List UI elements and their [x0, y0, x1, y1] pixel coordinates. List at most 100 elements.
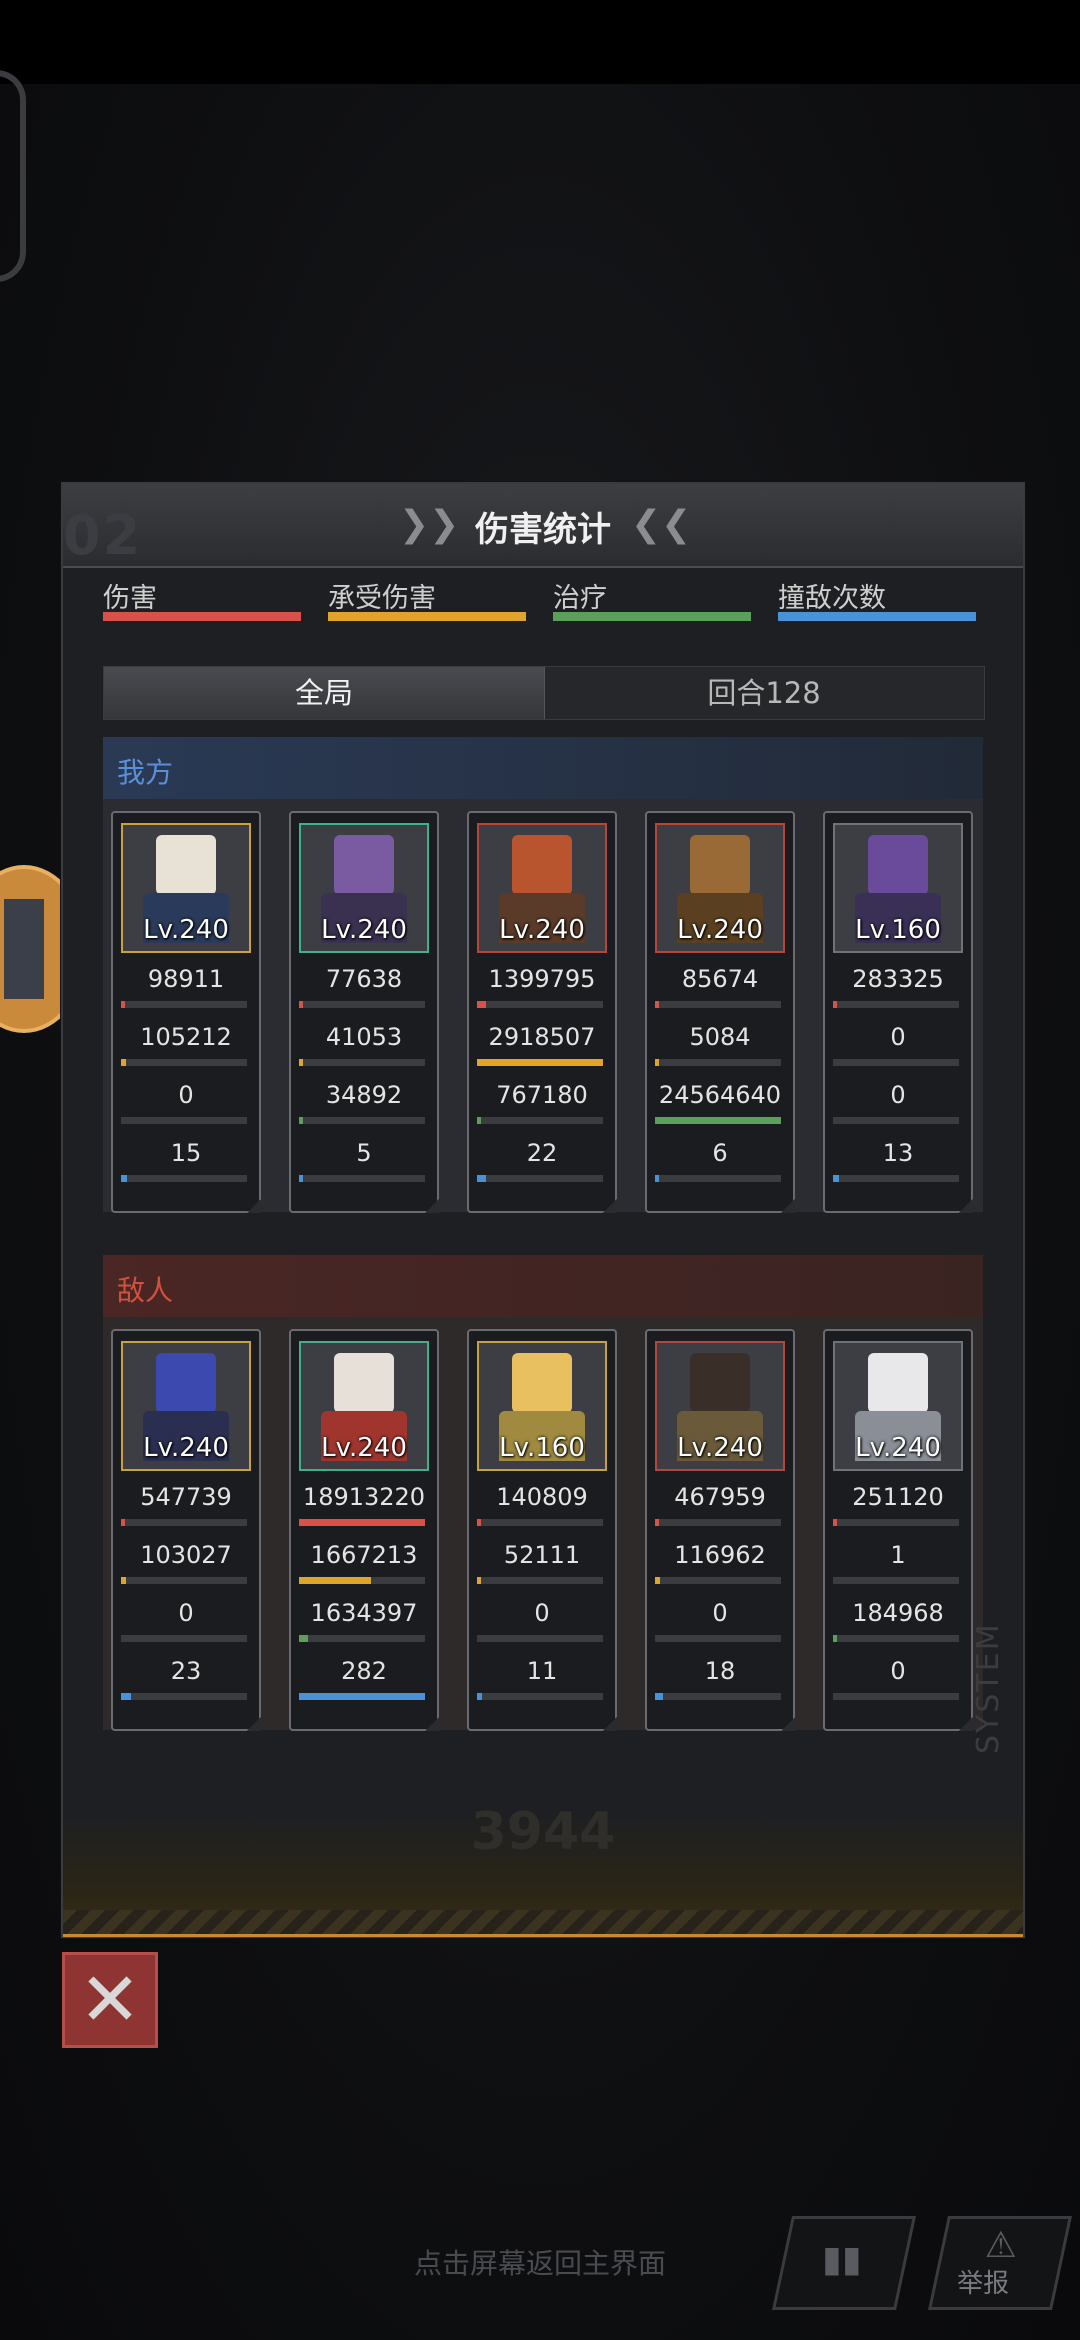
- character-portrait: Lv.240: [655, 823, 785, 953]
- bar-chart-icon: ▮▮: [822, 2239, 862, 2280]
- stat-bar-hits: [121, 1693, 247, 1700]
- allie-card[interactable]: Lv.240 98911 105212 0 15: [111, 811, 261, 1213]
- allie-card[interactable]: Lv.160 283325 0 0 13: [823, 811, 973, 1213]
- enemie-card[interactable]: Lv.240 467959 116962 0 18: [645, 1329, 795, 1731]
- stat-bar-heal: [655, 1117, 781, 1124]
- character-portrait: Lv.240: [121, 1341, 251, 1471]
- level-label: Lv.240: [321, 915, 407, 945]
- tab-bar: 全局 回合128: [103, 666, 985, 720]
- stat-bar-taken: [833, 1059, 959, 1066]
- level-label: Lv.240: [677, 915, 763, 945]
- character-portrait: Lv.240: [299, 823, 429, 953]
- stat-bar-taken: [655, 1577, 781, 1584]
- allie-card[interactable]: Lv.240 85674 5084 24564640 6: [645, 811, 795, 1213]
- portrait-head: [334, 835, 394, 895]
- stat-bar-fill: [121, 1001, 125, 1008]
- stat-bar-damage: [655, 1001, 781, 1008]
- stat-bar-damage: [655, 1519, 781, 1526]
- legend-label: 承受伤害: [328, 583, 436, 614]
- character-portrait: Lv.240: [833, 1341, 963, 1471]
- footer-number: 3944: [470, 1802, 616, 1862]
- stat-bar-heal: [121, 1635, 247, 1642]
- legend-color-bar: [103, 612, 301, 621]
- stat-bar-damage: [299, 1519, 425, 1526]
- stat-bar-taken: [477, 1577, 603, 1584]
- stat-bar-fill: [655, 1519, 659, 1526]
- character-portrait: Lv.160: [833, 823, 963, 953]
- stat-bar-damage: [477, 1001, 603, 1008]
- dialog-title: 伤害统计: [475, 510, 611, 550]
- stat-bar-damage: [833, 1519, 959, 1526]
- stat-heal: 0: [534, 1599, 550, 1627]
- level-label: Lv.160: [855, 915, 941, 945]
- report-button[interactable]: ⚠ 举报: [928, 2216, 1072, 2310]
- character-portrait: Lv.160: [477, 1341, 607, 1471]
- stat-damage: 18913220: [302, 1483, 426, 1511]
- stat-damage: 467959: [674, 1483, 766, 1511]
- tab-overall[interactable]: 全局: [104, 667, 545, 719]
- stat-hits: 5: [356, 1139, 372, 1167]
- damage-stats-dialog: 02 ❯❯ 伤害统计 ❮❮ 伤害 承受伤害 治疗 撞敌次数 全局 回合128 我方 L…: [61, 482, 1025, 1938]
- legend-color-bar: [553, 612, 751, 621]
- warning-icon: ⚠: [984, 2225, 1017, 2266]
- stat-bar-fill: [655, 1693, 663, 1700]
- level-label: Lv.240: [143, 1433, 229, 1463]
- level-label: Lv.240: [143, 915, 229, 945]
- enemies-title: 敌人: [117, 1274, 174, 1307]
- stat-bar-damage: [477, 1519, 603, 1526]
- report-label: 举报: [957, 2269, 1010, 2299]
- portrait-head: [868, 835, 928, 895]
- allie-card[interactable]: Lv.240 1399795 2918507 767180 22: [467, 811, 617, 1213]
- side-avatar-figure: [4, 899, 44, 999]
- stat-bar-fill: [655, 1059, 659, 1066]
- stat-bar-hits: [655, 1693, 781, 1700]
- portrait-head: [868, 1353, 928, 1413]
- stats-button[interactable]: ▮▮: [772, 2216, 916, 2310]
- stat-bar-hits: [299, 1693, 425, 1700]
- portrait-head: [334, 1353, 394, 1413]
- stat-taken: 105212: [140, 1023, 232, 1051]
- stat-hits: 6: [712, 1139, 728, 1167]
- stat-damage: 77638: [325, 965, 403, 993]
- stat-heal: 0: [178, 1081, 194, 1109]
- stat-taken: 52111: [503, 1541, 581, 1569]
- stat-bar-taken: [299, 1059, 425, 1066]
- stat-taken: 1: [890, 1541, 906, 1569]
- stat-bar-taken: [833, 1577, 959, 1584]
- stat-heal: 1634397: [310, 1599, 418, 1627]
- stat-bar-damage: [833, 1001, 959, 1008]
- stat-bar-fill: [477, 1059, 603, 1066]
- stat-heal: 184968: [852, 1599, 944, 1627]
- portrait-head: [512, 1353, 572, 1413]
- legend-item: 撞敌次数: [778, 576, 976, 626]
- stat-bar-fill: [121, 1059, 127, 1066]
- stat-bar-hits: [655, 1175, 781, 1182]
- status-bar: [0, 0, 1080, 84]
- stat-hits: 23: [170, 1657, 202, 1685]
- stat-bar-taken: [477, 1059, 603, 1066]
- stat-bar-fill: [121, 1519, 125, 1526]
- close-button[interactable]: ✕: [62, 1952, 158, 2048]
- enemie-card[interactable]: Lv.240 18913220 1667213 1634397 282: [289, 1329, 439, 1731]
- stat-bar-heal: [833, 1117, 959, 1124]
- enemie-card[interactable]: Lv.240 547739 103027 0 23: [111, 1329, 261, 1731]
- level-label: Lv.240: [855, 1433, 941, 1463]
- stat-bar-heal: [833, 1635, 959, 1642]
- allies-title: 我方: [117, 756, 174, 789]
- stat-damage: 98911: [147, 965, 225, 993]
- stat-bar-fill: [299, 1059, 303, 1066]
- portrait-head: [690, 835, 750, 895]
- stat-taken: 1667213: [310, 1541, 418, 1569]
- stat-hits: 18: [704, 1657, 736, 1685]
- allie-card[interactable]: Lv.240 77638 41053 34892 5: [289, 811, 439, 1213]
- stat-heal: 0: [712, 1599, 728, 1627]
- stat-bar-damage: [121, 1001, 247, 1008]
- enemie-card[interactable]: Lv.160 140809 52111 0 11: [467, 1329, 617, 1731]
- character-portrait: Lv.240: [477, 823, 607, 953]
- tab-round[interactable]: 回合128: [544, 667, 984, 719]
- stat-bar-hits: [121, 1175, 247, 1182]
- stat-taken: 2918507: [488, 1023, 596, 1051]
- stat-bar-fill: [655, 1117, 781, 1124]
- stat-bar-fill: [477, 1693, 483, 1700]
- enemie-card[interactable]: Lv.240 251120 1 184968 0: [823, 1329, 973, 1731]
